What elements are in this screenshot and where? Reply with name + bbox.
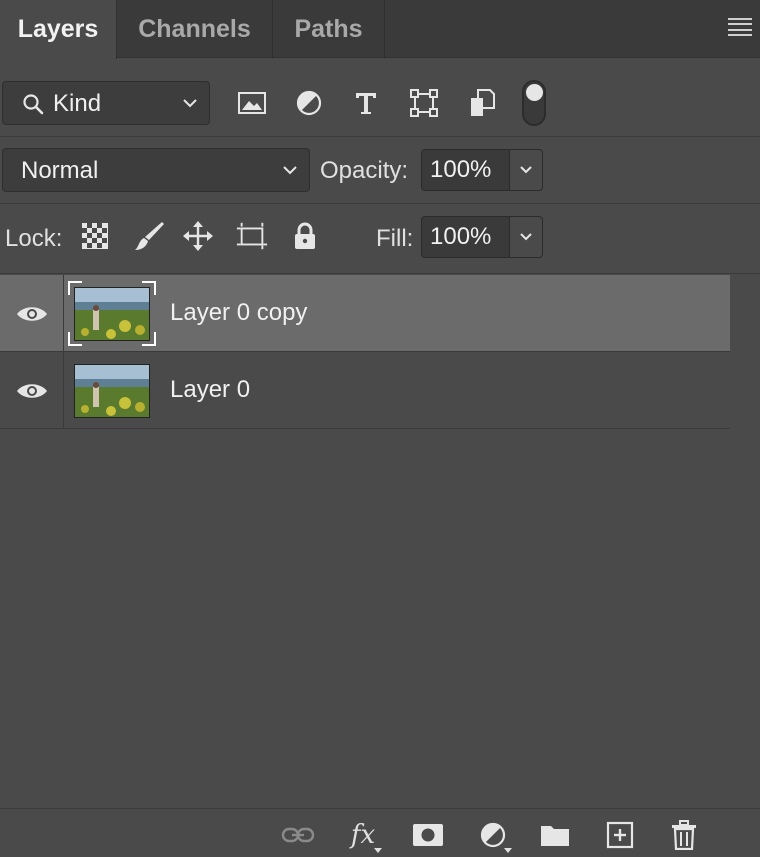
lock-label: Lock: (5, 225, 63, 252)
lock-image-pixels-icon[interactable] (133, 220, 165, 252)
new-layer-icon[interactable] (603, 819, 637, 851)
blend-mode-label: Normal (21, 157, 99, 184)
dropdown-triangle-icon (374, 848, 382, 853)
link-layers-icon[interactable] (281, 819, 315, 851)
toggle-knob (526, 84, 543, 101)
lock-all-icon[interactable] (289, 220, 321, 252)
selection-corner (142, 281, 156, 295)
smart-object-filter-icon[interactable] (465, 86, 499, 120)
shape-filter-icon[interactable] (407, 86, 441, 120)
layer-thumbnail[interactable] (74, 364, 150, 418)
chevron-down-icon (183, 99, 197, 108)
chevron-down-icon (520, 233, 532, 241)
adjustment-layer-icon[interactable] (476, 819, 512, 853)
visibility-toggle[interactable] (0, 275, 64, 352)
tab-bar: Layers Channels Paths (0, 0, 760, 59)
fill-dropdown-button[interactable] (509, 216, 543, 258)
dropdown-triangle-icon (504, 848, 512, 853)
layer-mask-icon[interactable] (411, 819, 445, 851)
opacity-dropdown-button[interactable] (509, 149, 543, 191)
filter-toggle[interactable] (522, 80, 546, 126)
selection-corner (142, 332, 156, 346)
adjustment-filter-icon[interactable] (292, 86, 326, 120)
new-group-icon[interactable] (538, 819, 572, 851)
layers-panel: Layers Channels Paths Kind Normal Opacit… (0, 0, 760, 857)
chevron-down-icon (283, 166, 297, 175)
lock-position-icon[interactable] (182, 220, 214, 252)
opacity-label: Opacity: (320, 157, 409, 184)
selection-corner (68, 281, 82, 295)
tab-channels[interactable]: Channels (117, 0, 273, 58)
kind-filter-select[interactable]: Kind (2, 81, 210, 125)
layer-thumbnail[interactable] (74, 287, 150, 341)
opacity-input[interactable]: 100% (421, 149, 511, 191)
lock-transparent-pixels-icon[interactable] (79, 220, 111, 252)
fx-label: fx (350, 820, 376, 850)
eye-icon (16, 383, 47, 398)
eye-icon (16, 306, 47, 321)
layer-row[interactable]: Layer 0 (0, 352, 730, 429)
layer-row[interactable]: Layer 0 copy (0, 275, 730, 352)
tab-paths[interactable]: Paths (273, 0, 385, 58)
panel-menu-icon[interactable] (728, 16, 752, 38)
fill-label: Fill: (376, 225, 414, 252)
delete-layer-icon[interactable] (667, 819, 701, 851)
search-icon (23, 94, 44, 115)
lock-artboard-icon[interactable] (236, 220, 268, 252)
fx-icon[interactable]: fx (346, 819, 382, 853)
layer-name[interactable]: Layer 0 (170, 376, 250, 404)
fill-input[interactable]: 100% (421, 216, 511, 258)
kind-label: Kind (53, 90, 102, 117)
layer-name[interactable]: Layer 0 copy (170, 299, 307, 327)
chevron-down-icon (520, 166, 532, 174)
selection-corner (68, 332, 82, 346)
tab-layers[interactable]: Layers (0, 0, 117, 59)
blend-mode-select[interactable]: Normal (2, 148, 310, 192)
type-filter-icon[interactable] (349, 86, 383, 120)
image-filter-icon[interactable] (235, 86, 269, 120)
layers-footer: fx (0, 808, 760, 857)
visibility-toggle[interactable] (0, 352, 64, 429)
